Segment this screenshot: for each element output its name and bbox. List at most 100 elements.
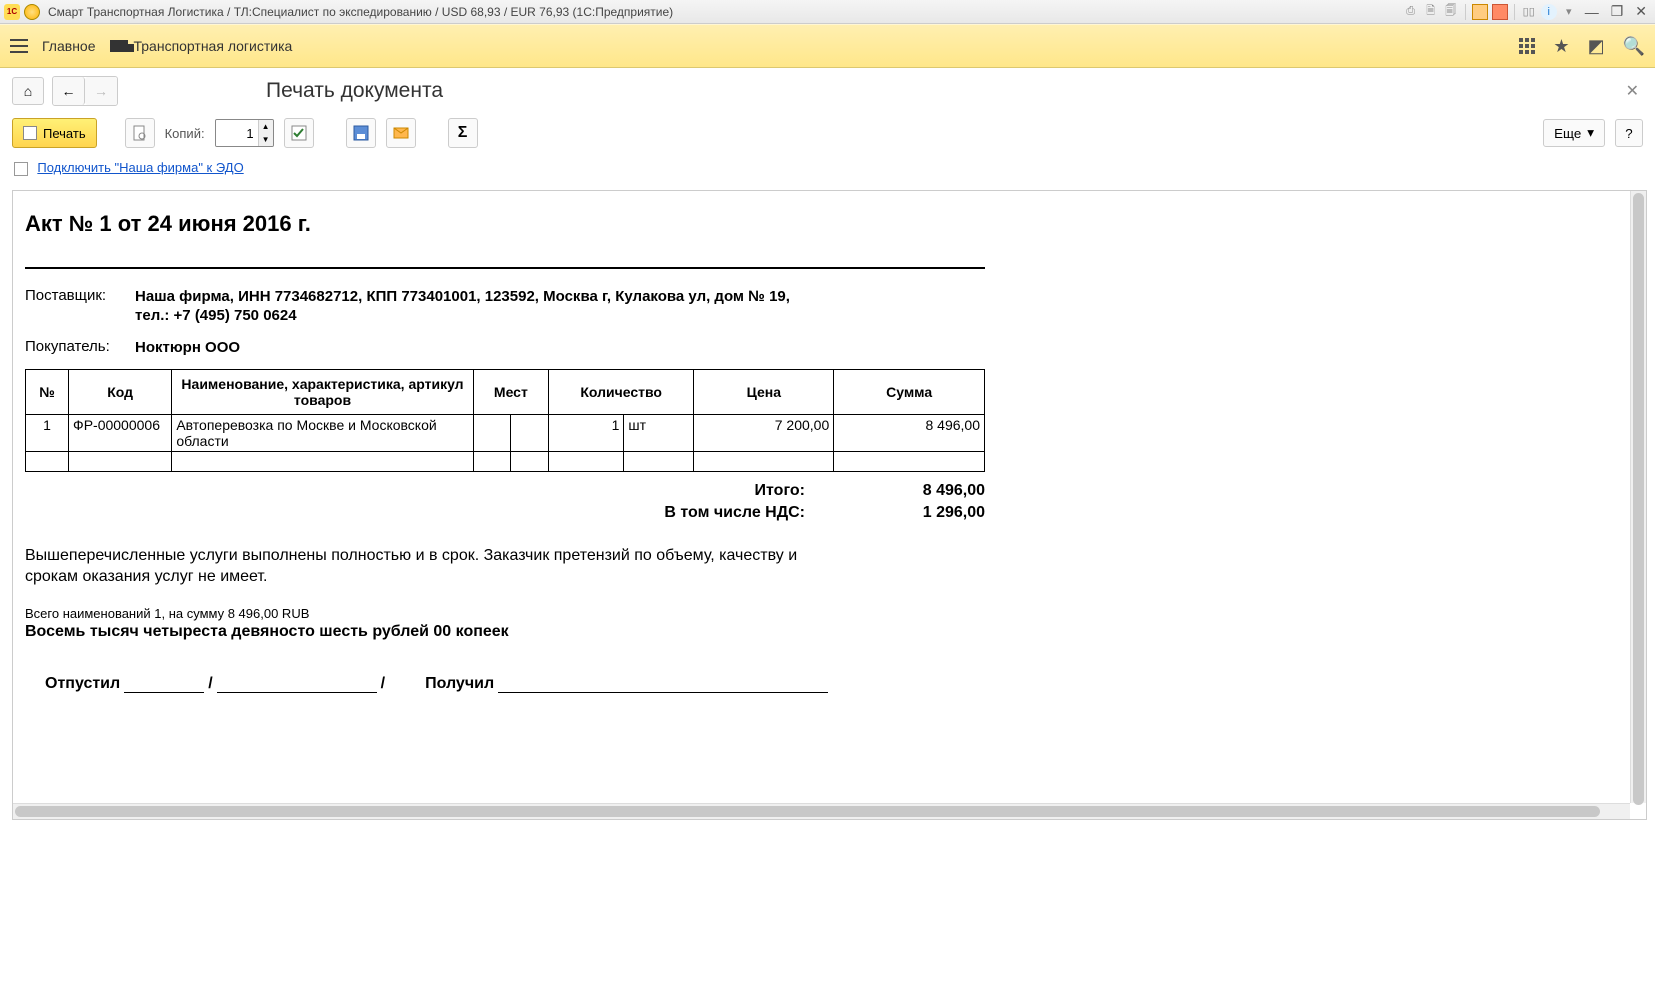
forward-button: → xyxy=(85,77,117,105)
preview-scroll[interactable]: Акт № 1 от 24 июня 2016 г. Поставщик: На… xyxy=(13,191,1646,819)
menu-home[interactable]: Главное xyxy=(42,38,96,54)
cell-unit: шт xyxy=(624,415,694,452)
window-title: Смарт Транспортная Логистика / ТЛ:Специа… xyxy=(48,5,673,19)
home-button[interactable]: ⌂ xyxy=(12,77,44,105)
vat-label: В том числе НДС: xyxy=(664,504,805,522)
sum-button[interactable]: Σ xyxy=(448,118,478,148)
table-check-icon xyxy=(291,125,307,141)
main-menu-bar: Главное Транспортная логистика ★ ◩ 🔍 xyxy=(0,24,1655,68)
cell-code: ФР-00000006 xyxy=(69,415,172,452)
sigma-icon: Σ xyxy=(458,124,468,142)
menu-logistics-label: Транспортная логистика xyxy=(134,38,293,54)
help-icon: ? xyxy=(1625,126,1632,141)
more-button-label: Еще xyxy=(1554,126,1581,141)
vertical-scrollbar[interactable] xyxy=(1630,191,1646,803)
print-button-label: Печать xyxy=(43,126,86,141)
edo-icon xyxy=(14,162,28,176)
save-button[interactable] xyxy=(346,118,376,148)
print-small-icon[interactable]: ⎙ xyxy=(1403,4,1419,20)
hamburger-icon[interactable] xyxy=(10,39,28,53)
title-bar: 1C Смарт Транспортная Логистика / ТЛ:Спе… xyxy=(0,0,1655,24)
menu-home-label: Главное xyxy=(42,38,96,54)
doc-small-icon[interactable]: 🗎 xyxy=(1423,4,1439,20)
items-table: № Код Наименование, характеристика, арти… xyxy=(25,369,985,472)
copies-label: Копий: xyxy=(165,126,205,141)
search-icon[interactable]: 🔍 xyxy=(1623,36,1645,57)
floppy-icon xyxy=(353,125,369,141)
table-header-row: № Код Наименование, характеристика, арти… xyxy=(26,370,985,415)
apps-icon[interactable] xyxy=(1519,38,1535,54)
cell-qty: 1 xyxy=(549,415,624,452)
calendar-alt-icon[interactable] xyxy=(1492,4,1508,20)
panels-icon[interactable]: ▯▯ xyxy=(1521,4,1537,20)
copies-down[interactable]: ▼ xyxy=(259,133,273,146)
sign-line xyxy=(124,675,204,693)
cell-places-b xyxy=(511,415,549,452)
info-icon[interactable]: i xyxy=(1541,4,1557,20)
totals: Итого: 8 496,00 В том числе НДС: 1 296,0… xyxy=(25,482,985,522)
page-title: Печать документа xyxy=(266,79,443,103)
truck-icon xyxy=(110,40,128,52)
calendar-icon[interactable] xyxy=(1472,4,1488,20)
edo-link[interactable]: Подключить "Наша фирма" к ЭДО xyxy=(37,160,243,175)
doc-title: Акт № 1 от 24 июня 2016 г. xyxy=(25,211,1321,237)
sign-line xyxy=(498,675,828,693)
sign-shipped-label: Отпустил xyxy=(45,675,120,693)
cell-name: Автоперевозка по Москве и Московской обл… xyxy=(172,415,473,452)
dropdown-icon[interactable]: ▾ xyxy=(1561,4,1577,20)
back-button[interactable]: ← xyxy=(53,77,85,105)
col-qty: Количество xyxy=(549,370,694,415)
sign-line xyxy=(217,675,377,693)
horizontal-scrollbar[interactable] xyxy=(13,803,1630,819)
total-value: 8 496,00 xyxy=(865,482,985,500)
maximize-button[interactable]: ❐ xyxy=(1607,3,1628,20)
total-label: Итого: xyxy=(755,482,805,500)
cell-places-a xyxy=(473,415,511,452)
doc-divider xyxy=(25,267,985,269)
theme-switch-icon[interactable] xyxy=(24,4,40,20)
history-icon[interactable]: ◩ xyxy=(1588,36,1605,57)
nav-bar: ⌂ ← → Печать документа ✕ xyxy=(0,68,1655,114)
sign-slash: / xyxy=(381,675,385,693)
cell-sum: 8 496,00 xyxy=(834,415,985,452)
signature-row: Отпустил / / Получил xyxy=(25,675,1321,693)
col-sum: Сумма xyxy=(834,370,985,415)
sum-words: Восемь тысяч четыреста девяносто шесть р… xyxy=(25,623,1321,641)
edo-link-row: Подключить "Наша фирма" к ЭДО xyxy=(0,156,1655,186)
buyer-value: Ноктюрн ООО xyxy=(135,338,240,358)
menu-logistics[interactable]: Транспортная логистика xyxy=(110,38,293,54)
col-price: Цена xyxy=(694,370,834,415)
email-button[interactable] xyxy=(386,118,416,148)
document: Акт № 1 от 24 июня 2016 г. Поставщик: На… xyxy=(13,191,1333,733)
preview-container: Акт № 1 от 24 июня 2016 г. Поставщик: На… xyxy=(12,190,1647,820)
copies-up[interactable]: ▲ xyxy=(259,120,273,133)
close-window-button[interactable]: ✕ xyxy=(1631,3,1651,20)
chevron-down-icon: ▾ xyxy=(1587,125,1594,141)
print-button[interactable]: Печать xyxy=(12,118,97,148)
items-summary: Всего наименований 1, на сумму 8 496,00 … xyxy=(25,606,1321,621)
app-icon: 1C xyxy=(4,4,20,20)
preview-icon xyxy=(132,125,148,141)
export-excel-button[interactable] xyxy=(284,118,314,148)
action-toolbar: Печать Копий: ▲ ▼ Σ Еще ▾ ? xyxy=(0,114,1655,156)
favorites-icon[interactable]: ★ xyxy=(1553,36,1569,57)
copy-small-icon[interactable]: 🗐 xyxy=(1443,4,1459,20)
col-num: № xyxy=(26,370,69,415)
buyer-label: Покупатель: xyxy=(25,338,135,355)
cell-num: 1 xyxy=(26,415,69,452)
table-row: 1 ФР-00000006 Автоперевозка по Москве и … xyxy=(26,415,985,452)
envelope-icon xyxy=(393,125,409,141)
help-button[interactable]: ? xyxy=(1615,119,1643,147)
copies-input[interactable] xyxy=(216,120,258,146)
col-code: Код xyxy=(69,370,172,415)
vat-value: 1 296,00 xyxy=(865,504,985,522)
minimize-button[interactable]: — xyxy=(1581,4,1603,20)
more-button[interactable]: Еще ▾ xyxy=(1543,119,1605,147)
close-page-button[interactable]: ✕ xyxy=(1622,77,1643,105)
copies-spinner[interactable]: ▲ ▼ xyxy=(215,119,274,147)
supplier-value: Наша фирма, ИНН 7734682712, КПП 77340100… xyxy=(135,287,815,326)
cell-price: 7 200,00 xyxy=(694,415,834,452)
sign-slash: / xyxy=(208,675,212,693)
preview-button[interactable] xyxy=(125,118,155,148)
disclaimer: Вышеперечисленные услуги выполнены полно… xyxy=(25,546,825,588)
